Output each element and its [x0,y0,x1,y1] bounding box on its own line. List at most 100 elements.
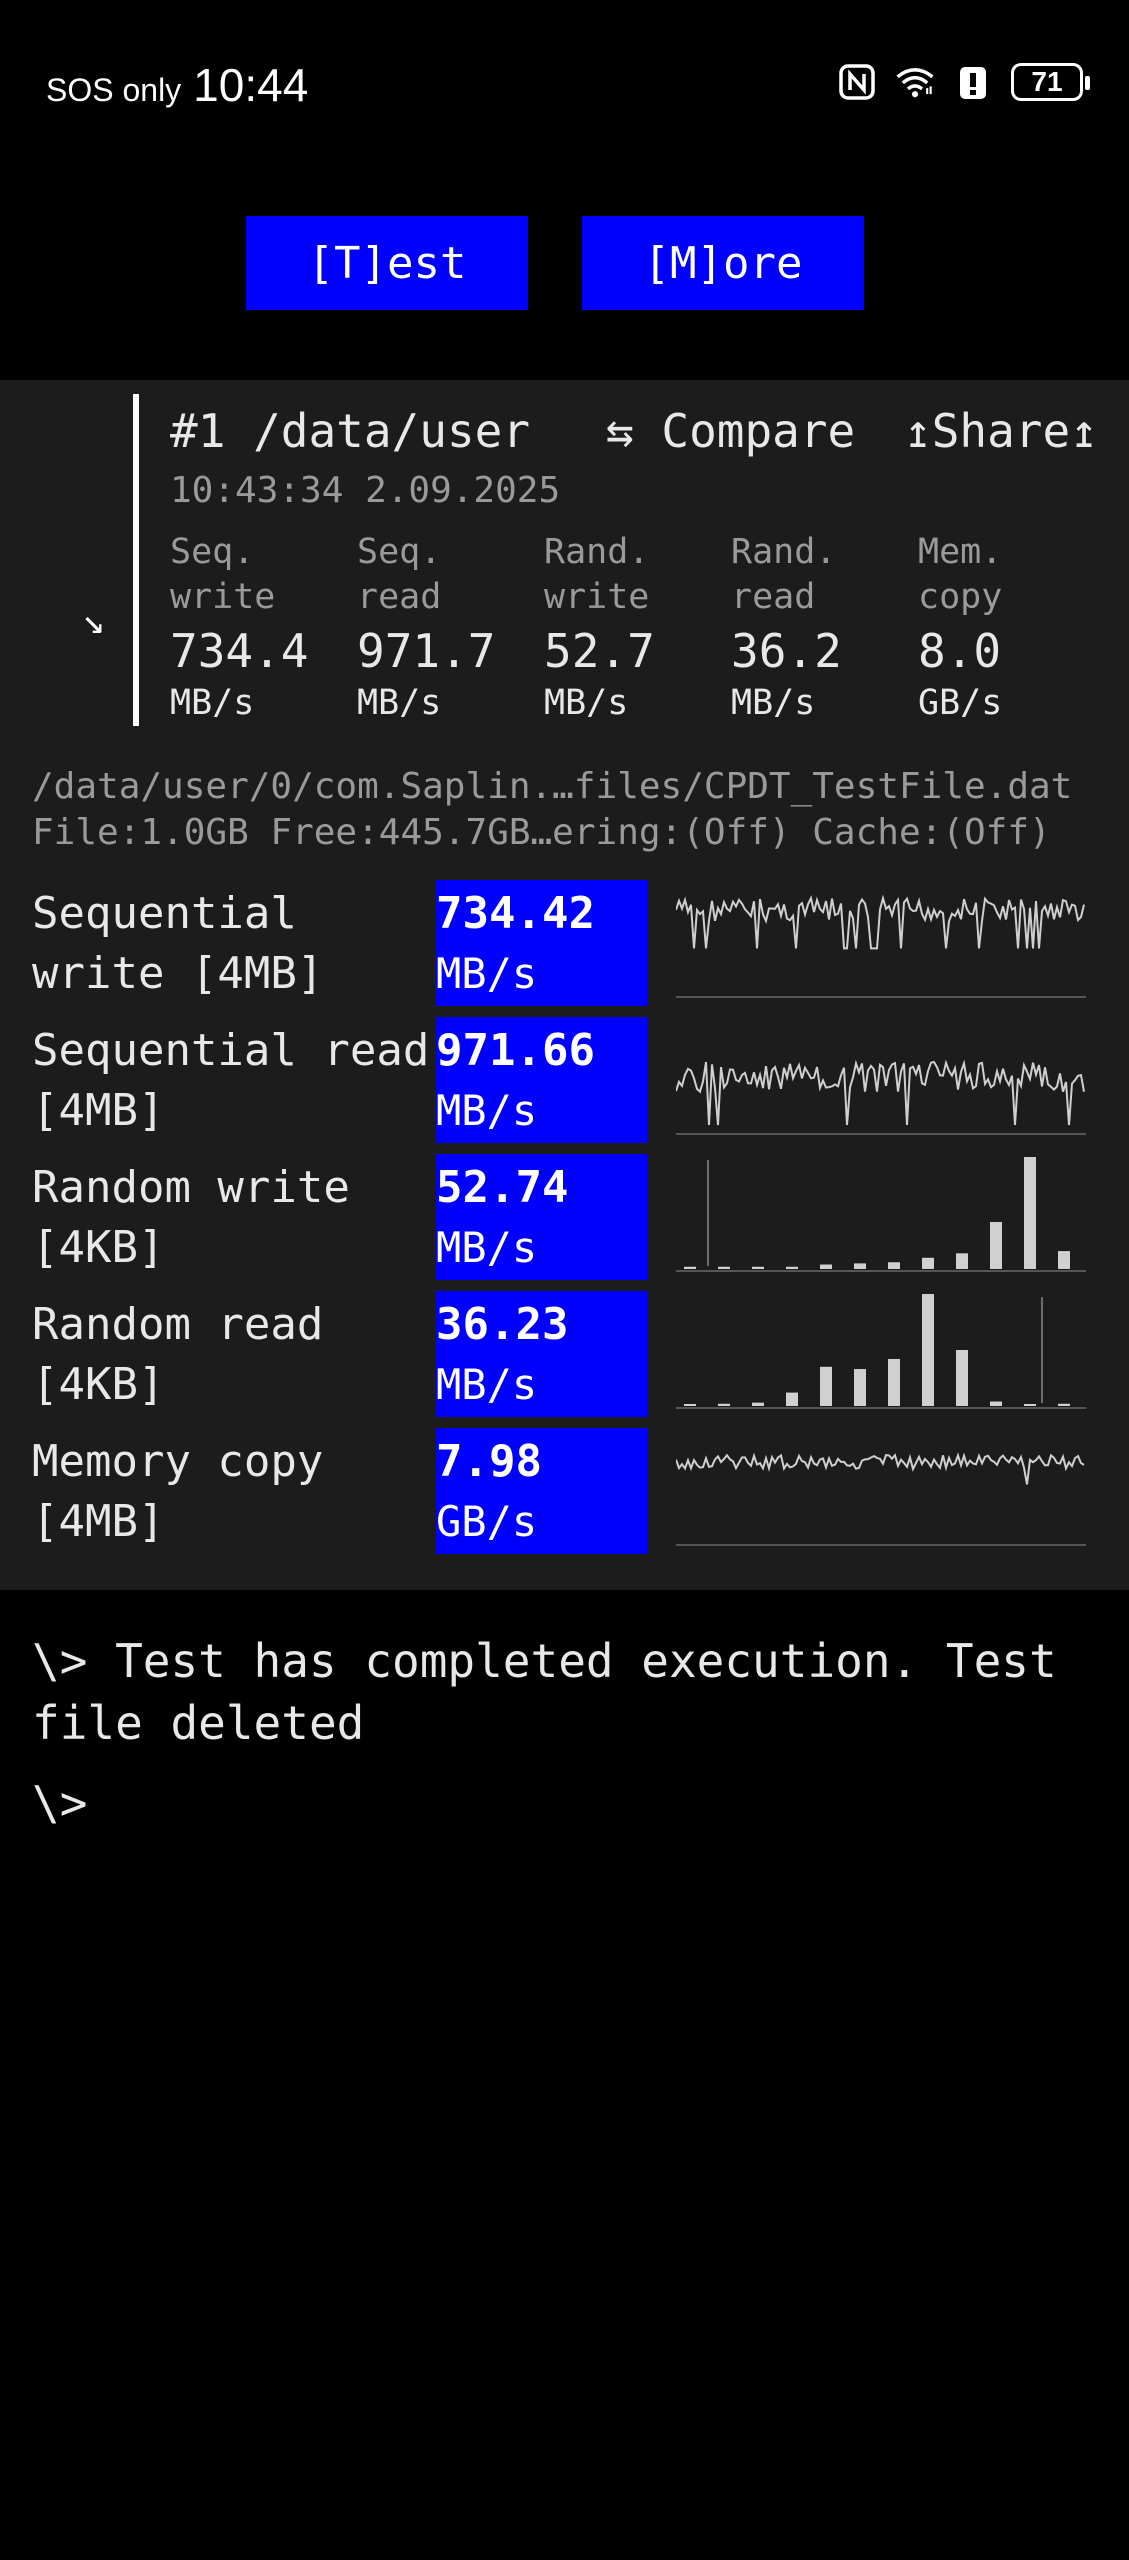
histogram-bar [684,1404,696,1406]
histogram-bar [990,1221,1002,1269]
result-value: 36.23 [436,1299,569,1350]
histogram-bar [752,1402,764,1406]
status-left: SOS only 10:44 [46,58,308,112]
histogram-bar [888,1358,900,1406]
histogram-bar [752,1266,764,1269]
more-button[interactable]: [M]ore [582,216,864,310]
metric-unit: MB/s [357,683,442,723]
histogram-bar [956,1253,968,1269]
metric-label: Seq. read [357,532,442,617]
result-value-box: 52.74 MB/s [436,1154,648,1280]
metric-label: Seq. write [170,532,276,617]
collapse-arrow-icon[interactable]: ↘ [82,598,105,642]
histogram-bar [718,1403,730,1406]
result-value: 52.74 [436,1162,569,1213]
histogram-bar [922,1257,934,1269]
clock: 10:44 [193,59,309,111]
result-value-box: 971.66 MB/s [436,1017,648,1143]
wifi-icon [895,62,935,102]
result-label: Random write [4KB] [32,1162,350,1273]
histogram-bar [684,1266,696,1269]
file-details: File:1.0GB Free:445.7GB…ering:(Off) Cach… [32,812,1051,853]
run-title: #1 /data/user [170,404,531,458]
histogram-bar [718,1266,730,1269]
rand-write-histogram [676,1157,1086,1272]
metric-label: Rand. read [731,532,837,617]
results-panel: ↘ #1 /data/user ⇆ Compare ↥Share↥ 10:43:… [0,380,1129,1590]
result-unit: MB/s [436,1223,538,1272]
result-row-rand-read: Random read [4KB] 36.23 MB/s [0,1291,1129,1419]
metric-value: 8.0 [918,624,1002,678]
terminal-prompt[interactable]: \> [32,1772,1102,1834]
histogram-bar [1058,1403,1070,1406]
run-divider [133,394,139,726]
histogram-bar [956,1350,968,1406]
test-button[interactable]: [T]est [246,216,528,310]
metric-unit: GB/s [918,683,1003,723]
result-row-mem-copy: Memory copy [4MB] 7.98 GB/s [0,1428,1129,1556]
file-path: /data/user/0/com.Saplin.…files/CPDT_Test… [32,766,1073,807]
result-row-rand-write: Random write [4KB] 52.74 MB/s [0,1154,1129,1282]
rand-read-histogram [676,1294,1086,1409]
seq-read-graph [676,1059,1086,1135]
result-value-box: 734.42 MB/s [436,880,648,1006]
histogram-bar [1058,1251,1070,1269]
result-unit: MB/s [436,1360,538,1409]
result-value-box: 7.98 GB/s [436,1428,648,1554]
metric-seq-read: Seq. read 971.7 MB/s [357,530,537,726]
histogram-bar [786,1266,798,1269]
histogram-bar [854,1263,866,1269]
metric-unit: MB/s [170,683,255,723]
histogram-bar [990,1401,1002,1406]
result-row-seq-read: Sequential read [4MB] 971.66 MB/s [0,1017,1129,1145]
metric-unit: MB/s [731,683,816,723]
metric-seq-write: Seq. write 734.4 MB/s [170,530,350,726]
carrier-label: SOS only [46,72,182,108]
graph-trace [676,1059,1085,1126]
result-value: 734.42 [436,888,595,939]
terminal-message: \> Test has completed execution. Test fi… [32,1634,1057,1750]
graph-trace [676,894,1085,950]
result-value-box: 36.23 MB/s [436,1291,648,1417]
metric-label: Rand. write [544,532,650,617]
status-bar: SOS only 10:44 71 [0,0,1129,170]
metric-rand-write: Rand. write 52.7 MB/s [544,530,724,726]
result-unit: MB/s [436,1086,538,1135]
run-timestamp: 10:43:34 2.09.2025 [170,470,561,511]
mem-copy-graph [676,1452,1086,1546]
graph-trace [676,1452,1085,1485]
histogram-bar [820,1366,832,1406]
histogram-bar [854,1369,866,1406]
result-label: Memory copy [4MB] [32,1436,324,1547]
metric-label: Mem. copy [918,532,1003,617]
result-value: 971.66 [436,1025,595,1076]
result-label: Sequential read [4MB] [32,1025,430,1136]
histogram-bar [820,1264,832,1269]
histogram-bar [1024,1157,1036,1269]
histogram-bar [922,1294,934,1406]
status-right: 71 [837,62,1090,102]
metric-unit: MB/s [544,683,629,723]
metric-rand-read: Rand. read 36.2 MB/s [731,530,911,726]
battery-level: 71 [1011,63,1090,101]
metric-value: 52.7 [544,624,655,678]
histogram-bar [888,1262,900,1269]
compare-button[interactable]: ⇆ Compare [606,404,855,458]
metric-mem-copy: Mem. copy 8.0 GB/s [918,530,1098,726]
file-info: /data/user/0/com.Saplin.…files/CPDT_Test… [32,764,1072,856]
terminal-output: \> Test has completed execution. Test fi… [32,1630,1102,1834]
nfc-icon [837,62,877,102]
result-label: Sequential write [4MB] [32,888,324,999]
result-row-seq-write: Sequential write [4MB] 734.42 MB/s [0,880,1129,1008]
metric-value: 734.4 [170,624,309,678]
seq-write-graph [676,894,1086,998]
result-unit: GB/s [436,1497,538,1546]
metric-value: 971.7 [357,624,496,678]
histogram-bar [786,1392,798,1406]
battery-alert-icon [953,62,993,102]
result-unit: MB/s [436,949,538,998]
result-label: Random read [4KB] [32,1299,324,1410]
share-button[interactable]: ↥Share↥ [904,404,1098,458]
histogram-bar [1024,1404,1036,1406]
result-value: 7.98 [436,1436,542,1487]
